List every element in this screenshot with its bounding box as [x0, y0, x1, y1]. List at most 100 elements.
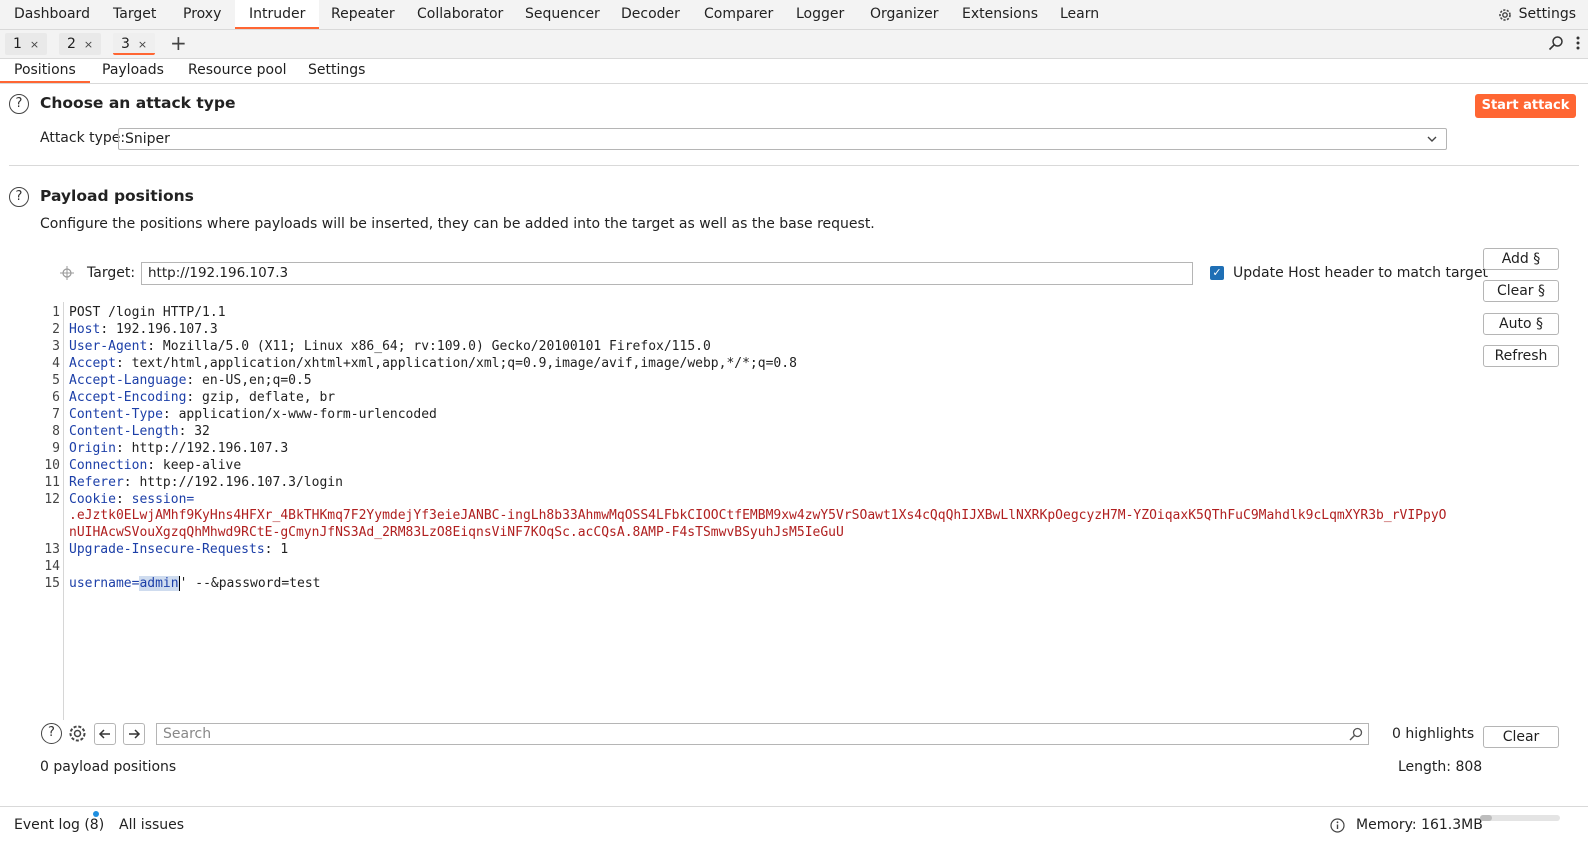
header-name: Content-Type: [69, 407, 163, 422]
settings-label: Settings: [1518, 6, 1576, 22]
selected-text[interactable]: admin: [139, 576, 179, 591]
section-divider: [9, 165, 1579, 166]
cookie-header: Cookie: session=: [69, 492, 195, 507]
line-number: 4: [52, 356, 60, 371]
nav-extensions[interactable]: Extensions: [948, 0, 1052, 29]
target-label: Target:: [87, 265, 136, 281]
editor-gutter: [63, 302, 64, 720]
header-value: http://192.196.107.3/login: [131, 475, 343, 490]
line-number: 5: [52, 373, 60, 388]
request-header: Upgrade-Insecure-Requests: 1: [69, 542, 289, 557]
tab-payloads[interactable]: Payloads: [88, 59, 178, 81]
memory-bar: [1480, 815, 1560, 821]
help-icon[interactable]: ?: [41, 723, 62, 744]
tab-resource-pool[interactable]: Resource pool: [174, 59, 301, 81]
request-line: POST /login HTTP/1.1: [69, 305, 226, 320]
line-number: 8: [52, 424, 60, 439]
body-param-name: username: [69, 576, 132, 591]
nav-organizer[interactable]: Organizer: [856, 0, 952, 29]
previous-button[interactable]: [94, 723, 116, 745]
search-icon[interactable]: [1548, 35, 1564, 51]
nav-proxy[interactable]: Proxy: [169, 0, 235, 29]
close-icon[interactable]: ×: [30, 38, 39, 51]
clear-markers-button[interactable]: Clear §: [1483, 280, 1559, 302]
auto-markers-button[interactable]: Auto §: [1483, 313, 1559, 335]
nav-logger[interactable]: Logger: [782, 0, 858, 29]
header-value: en-US,en;q=0.5: [194, 373, 312, 388]
line-number: 14: [44, 559, 60, 574]
update-host-checkbox[interactable]: ✓: [1210, 266, 1224, 280]
request-header: Accept: text/html,application/xhtml+xml,…: [69, 356, 797, 371]
add-tab-button[interactable]: +: [170, 31, 187, 55]
update-host-label: Update Host header to match target: [1233, 265, 1489, 281]
tab-2[interactable]: 2 ×: [59, 33, 102, 55]
close-icon[interactable]: ×: [138, 38, 147, 51]
request-header: Host: 192.196.107.3: [69, 322, 218, 337]
search-input[interactable]: Search: [156, 723, 1369, 745]
tab-1[interactable]: 1 ×: [5, 33, 48, 55]
nav-decoder[interactable]: Decoder: [607, 0, 694, 29]
attack-type-select[interactable]: Sniper: [118, 128, 1447, 150]
request-header: Referer: http://192.196.107.3/login: [69, 475, 343, 490]
header-name: Cookie: [69, 492, 116, 507]
request-header: Content-Length: 32: [69, 424, 210, 439]
nav-comparer[interactable]: Comparer: [690, 0, 787, 29]
request-header: Content-Type: application/x-www-form-url…: [69, 407, 437, 422]
nav-learn[interactable]: Learn: [1046, 0, 1113, 29]
tab-positions[interactable]: Positions: [0, 59, 90, 83]
tab-3[interactable]: 3 ×: [113, 33, 156, 55]
attack-type-heading: Choose an attack type: [40, 94, 236, 112]
clear-search-button[interactable]: Clear: [1483, 726, 1559, 748]
line-number: 1: [52, 305, 60, 320]
gear-icon: [1498, 8, 1511, 21]
more-options-icon[interactable]: [1576, 35, 1580, 51]
nav-collaborator[interactable]: Collaborator: [403, 0, 517, 29]
add-marker-button[interactable]: Add §: [1483, 248, 1559, 270]
memory-usage: Memory: 161.3MB: [1356, 817, 1483, 833]
attack-type-label: Attack type:: [40, 130, 126, 146]
all-issues-link[interactable]: All issues: [119, 817, 184, 833]
target-input[interactable]: http://192.196.107.3: [141, 262, 1193, 285]
start-attack-button[interactable]: Start attack: [1475, 94, 1576, 118]
request-header: User-Agent: Mozilla/5.0 (X11; Linux x86_…: [69, 339, 711, 354]
arrow-left-icon: [98, 729, 110, 739]
body-rest: ' --&password=test: [179, 576, 321, 591]
event-log-link[interactable]: Event log (8): [14, 817, 104, 833]
header-name: Upgrade-Insecure-Requests: [69, 542, 265, 557]
nav-sequencer[interactable]: Sequencer: [511, 0, 614, 29]
request-header: Accept-Encoding: gzip, deflate, br: [69, 390, 336, 405]
tab-label: 3: [121, 36, 130, 52]
help-icon[interactable]: ?: [9, 94, 29, 114]
crosshair-icon: [60, 266, 74, 280]
nav-target[interactable]: Target: [99, 0, 170, 29]
line-number: 10: [44, 458, 60, 473]
close-icon[interactable]: ×: [84, 38, 93, 51]
line-number: 3: [52, 339, 60, 354]
cookie-value: nUIHAcwSVouXgzqQhMhwd9RCtE-gCmynJfNS3Ad_…: [69, 525, 844, 540]
line-number: 9: [52, 441, 60, 456]
request-header: Connection: keep-alive: [69, 458, 242, 473]
nav-dashboard[interactable]: Dashboard: [0, 0, 104, 29]
header-name: Content-Length: [69, 424, 179, 439]
header-value: application/x-www-form-urlencoded: [170, 407, 437, 422]
refresh-button[interactable]: Refresh: [1483, 345, 1559, 367]
tab-settings[interactable]: Settings: [294, 59, 379, 81]
header-name: Host: [69, 322, 101, 337]
request-body: username=admin' --&password=test: [69, 576, 320, 591]
gear-icon[interactable]: [67, 723, 88, 744]
nav-repeater[interactable]: Repeater: [317, 0, 409, 29]
nav-intruder[interactable]: Intruder: [235, 0, 320, 29]
header-name: User-Agent: [69, 339, 148, 354]
next-button[interactable]: [123, 723, 145, 745]
header-value: http://192.196.107.3: [123, 441, 289, 456]
request-length: Length: 808: [1398, 759, 1483, 775]
tab-label: 1: [13, 36, 22, 52]
help-icon[interactable]: ?: [9, 187, 29, 207]
header-value: 32: [186, 424, 210, 439]
tab-label: 2: [67, 36, 76, 52]
arrow-right-icon: [129, 729, 141, 739]
header-name: Accept-Language: [69, 373, 187, 388]
settings-button[interactable]: Settings: [1497, 0, 1576, 29]
line-number: 11: [44, 475, 60, 490]
status-bar: Event log (8) All issues Memory: 161.3MB: [0, 806, 1588, 845]
